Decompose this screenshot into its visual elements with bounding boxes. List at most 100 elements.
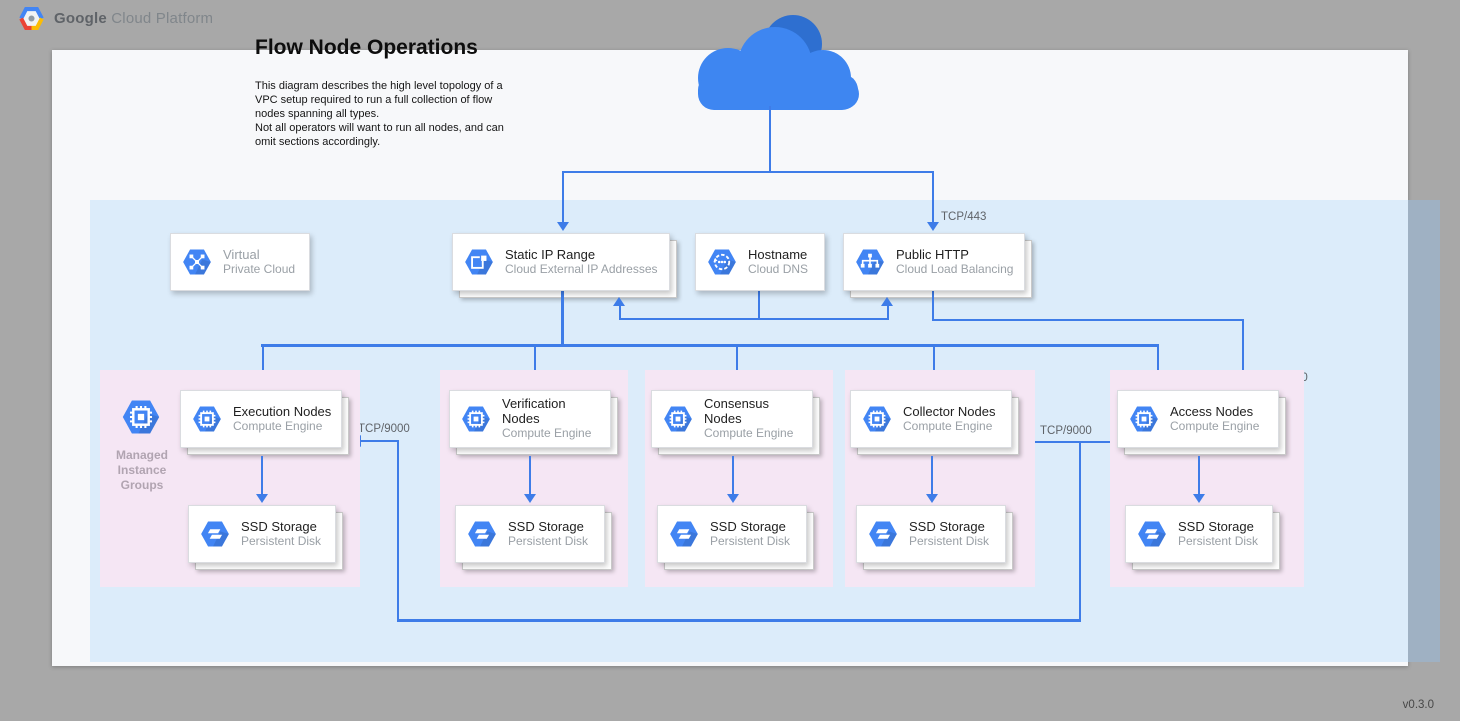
card-title: Public HTTP [896,248,1013,263]
connector [732,456,734,494]
card-ssd-storage: SSD StoragePersistent Disk [455,505,605,563]
gcp-brand: Google Cloud Platform [18,5,213,32]
group-execution-nodes: Managed Instance Groups Execution NodesC… [100,370,360,587]
card-public-http: Public HTTPCloud Load Balancing [843,233,1025,291]
connector [931,456,933,494]
connector [562,171,564,222]
persistent-disk-icon [1136,518,1168,550]
card-title: Hostname [748,248,808,263]
card-title: Consensus Nodes [704,397,806,427]
arrowhead [557,222,569,231]
cloud-icon [678,12,868,112]
connector [619,306,621,320]
managed-instance-group-icon [120,396,162,438]
card-title: SSD Storage [710,520,790,535]
card-subtitle: Persistent Disk [508,535,588,549]
persistent-disk-icon [867,518,899,550]
card-ssd-storage: SSD StoragePersistent Disk [1125,505,1273,563]
arrowhead [881,297,893,306]
arrowhead [1193,494,1205,503]
card-verification-nodes: Verification NodesCompute Engine [449,390,611,448]
group-verification-nodes: Verification NodesCompute Engine SSD Sto… [440,370,628,587]
card-subtitle: Persistent Disk [710,535,790,549]
card-hostname: HostnameCloud DNS [695,233,825,291]
connector [529,456,531,494]
card-title: SSD Storage [508,520,588,535]
card-subtitle: Persistent Disk [241,535,321,549]
compute-engine-icon [861,403,893,435]
persistent-disk-icon [199,518,231,550]
card-subtitle: Persistent Disk [1178,535,1258,549]
compute-engine-icon [460,403,492,435]
connector [397,441,399,621]
page-title: Flow Node Operations [255,36,478,60]
connector [769,106,771,171]
card-title: Virtual [223,248,295,263]
group-collector-nodes: Collector NodesCompute Engine SSD Storag… [845,370,1035,587]
card-title: Verification Nodes [502,397,604,427]
connector [397,619,1081,622]
screenshot-root: Google Cloud Platform Flow Node Operatio… [0,0,1460,721]
connector [887,306,889,320]
card-ssd-storage: SSD StoragePersistent Disk [657,505,807,563]
card-virtual-private-cloud: VirtualPrivate Cloud [170,233,310,291]
card-ssd-storage: SSD StoragePersistent Disk [856,505,1006,563]
external-ip-icon [463,246,495,278]
arrowhead [613,297,625,306]
card-execution-nodes: Execution NodesCompute Engine [180,390,342,448]
gcp-logo-icon [18,5,45,32]
connector [932,291,934,321]
connector [1198,456,1200,494]
page-description: This diagram describes the high level to… [255,79,533,149]
group-access-nodes: Access NodesCompute Engine SSD StoragePe… [1110,370,1304,587]
arrowhead [524,494,536,503]
port-label-tcp9000: TCP/9000 [358,423,410,435]
connector [1079,441,1081,621]
port-label-tcp443: TCP/443 [941,211,986,223]
card-subtitle: Compute Engine [704,427,806,441]
arrowhead [927,222,939,231]
version-label: v0.3.0 [1403,699,1434,711]
connector [261,344,1159,347]
card-title: Access Nodes [1170,405,1259,420]
card-static-ip-range: Static IP RangeCloud External IP Address… [452,233,670,291]
card-subtitle: Compute Engine [903,420,996,434]
card-subtitle: Compute Engine [233,420,331,434]
vpc-icon [181,246,213,278]
connector [561,291,564,346]
card-collector-nodes: Collector NodesCompute Engine [850,390,1012,448]
connector [619,318,889,320]
connector [1026,441,1117,443]
persistent-disk-icon [466,518,498,550]
diagram-layer: Google Cloud Platform Flow Node Operatio… [0,0,1460,721]
card-title: Static IP Range [505,248,658,263]
card-consensus-nodes: Consensus NodesCompute Engine [651,390,813,448]
card-title: Collector Nodes [903,405,996,420]
connector [932,319,1244,321]
card-subtitle: Compute Engine [1170,420,1259,434]
card-subtitle: Private Cloud [223,263,295,277]
connector [261,456,263,494]
compute-engine-icon [1128,403,1160,435]
card-ssd-storage: SSD StoragePersistent Disk [188,505,336,563]
load-balancer-icon [854,246,886,278]
brand-bold: Google [54,10,107,27]
card-subtitle: Persistent Disk [909,535,989,549]
brand-text: Google Cloud Platform [54,10,213,27]
arrowhead [727,494,739,503]
port-label-tcp9000: TCP/9000 [1040,425,1092,437]
card-title: SSD Storage [1178,520,1258,535]
persistent-disk-icon [668,518,700,550]
card-title: Execution Nodes [233,405,331,420]
card-title: SSD Storage [241,520,321,535]
connector [361,440,399,442]
compute-engine-icon [662,403,694,435]
managed-instance-groups-label: Managed Instance Groups [100,448,184,493]
group-consensus-nodes: Consensus NodesCompute Engine SSD Storag… [645,370,833,587]
card-subtitle: Cloud External IP Addresses [505,263,658,277]
connector [758,291,760,320]
cloud-dns-icon [706,246,738,278]
card-subtitle: Compute Engine [502,427,604,441]
card-access-nodes: Access NodesCompute Engine [1117,390,1279,448]
compute-engine-icon [191,403,223,435]
